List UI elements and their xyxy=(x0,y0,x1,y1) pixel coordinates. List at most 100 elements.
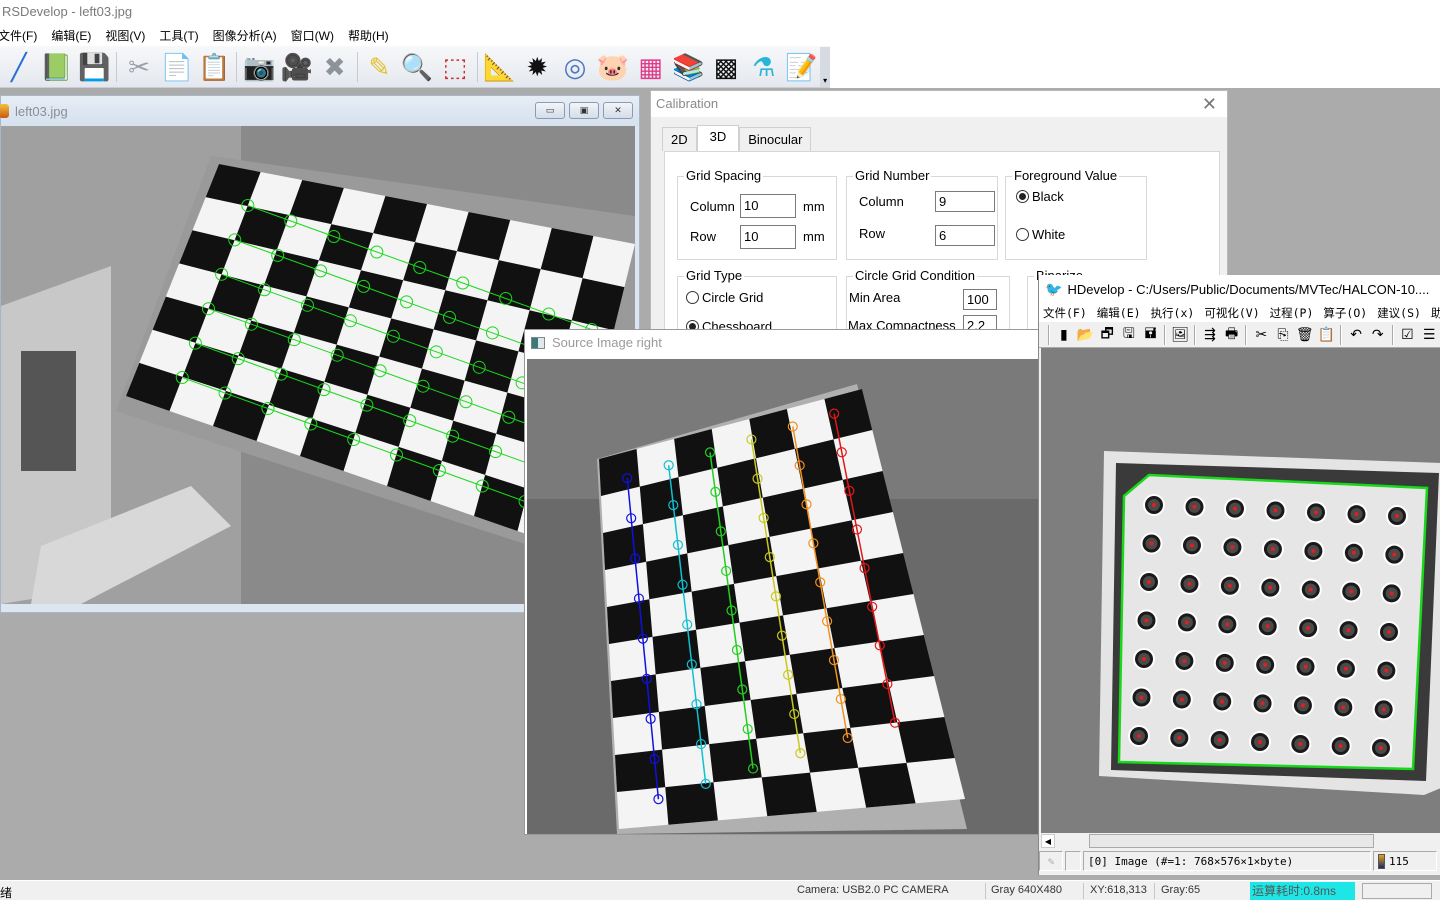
blob-icon[interactable]: ✹ xyxy=(521,50,554,84)
minimize-button[interactable]: ▭ xyxy=(535,102,565,119)
grid-number-row-input[interactable]: 6 xyxy=(935,225,995,246)
menu-item[interactable]: 帮助(H) xyxy=(348,27,389,44)
hdevelop-menu-item[interactable]: 可视化(V) xyxy=(1204,305,1259,321)
print-icon[interactable]: 🖶 xyxy=(1223,325,1241,344)
grid-number-column-input[interactable]: 9 xyxy=(935,191,995,212)
toolbar-overflow-button[interactable]: ▾ xyxy=(820,46,830,87)
target-icon[interactable]: ◎ xyxy=(559,50,592,84)
hdevelop-logo-icon: 🐦 xyxy=(1045,280,1063,297)
copy-icon[interactable]: ⎘ xyxy=(1274,325,1292,344)
qr-code-icon[interactable]: ▩ xyxy=(710,50,743,84)
cut-icon[interactable]: ✂ xyxy=(123,50,156,84)
hdevelop-graphics-window[interactable] xyxy=(1041,348,1440,833)
grid-spacing-column-input[interactable]: 10 xyxy=(740,194,796,218)
radio-black[interactable]: Black xyxy=(1016,189,1064,204)
right-board-square xyxy=(709,738,762,783)
right-board-square xyxy=(826,601,880,649)
hdevelop-menu-item[interactable]: 助 xyxy=(1431,305,1440,321)
ocr-books-icon[interactable]: 📚 xyxy=(672,50,705,84)
mark-center-point xyxy=(1384,668,1389,673)
hdevelop-status-bar: ✎ [0] Image (#=1: 768×576×1×byte) 115 xyxy=(1039,850,1440,872)
hdevelop-menu-item[interactable]: 建议(S) xyxy=(1377,305,1421,321)
radio-white[interactable]: White xyxy=(1016,227,1065,242)
mark-center-point xyxy=(1230,545,1235,550)
menu-item[interactable]: 窗口(W) xyxy=(291,27,334,44)
delete-icon[interactable]: 🗑 xyxy=(1296,325,1314,344)
ruler-icon[interactable]: 📐 xyxy=(483,50,516,84)
toolbar-separator xyxy=(1164,324,1167,345)
export-icon[interactable]: ⇶ xyxy=(1201,325,1219,344)
new-file-icon[interactable]: ▮ xyxy=(1055,325,1073,344)
mark-center-point xyxy=(1225,622,1230,627)
menu-item[interactable]: 文件(F) xyxy=(0,27,37,44)
horizontal-scrollbar[interactable]: ◀ xyxy=(1039,833,1440,849)
cut-icon[interactable]: ✂ xyxy=(1252,325,1270,344)
paste-icon[interactable]: 📋 xyxy=(198,50,231,84)
calibration-titlebar[interactable]: Calibration ✕ xyxy=(651,91,1227,117)
circle-grid-condition-group: Circle Grid Condition Min Area 100 Max C… xyxy=(846,268,1010,336)
read-image-icon[interactable]: 🖼 xyxy=(1171,325,1189,344)
paste-icon[interactable]: 📋 xyxy=(1318,325,1336,344)
grid-spacing-row-input[interactable]: 10 xyxy=(740,225,796,249)
menu-item[interactable]: 视图(V) xyxy=(105,27,145,44)
list-icon[interactable]: ☰ xyxy=(1420,325,1438,344)
hdevelop-menu-item[interactable]: 执行(x) xyxy=(1151,305,1195,321)
close-button[interactable]: ✕ xyxy=(603,102,633,119)
radio-circle-grid[interactable]: Circle Grid xyxy=(686,290,763,305)
scroll-left-icon[interactable]: ◀ xyxy=(1041,834,1055,848)
mark-center-point xyxy=(1349,589,1354,594)
hdevelop-titlebar[interactable]: 🐦 HDevelop - C:/Users/Public/Documents/M… xyxy=(1039,275,1440,303)
restore-button[interactable]: ▣ xyxy=(569,102,599,119)
open-example-icon[interactable]: 🗗 xyxy=(1098,325,1116,344)
menu-item[interactable]: 工具(T) xyxy=(159,27,198,44)
open-icon[interactable]: 📂 xyxy=(1077,325,1095,344)
toolbar-separator xyxy=(1245,324,1248,345)
piggy-icon[interactable]: 🐷 xyxy=(596,50,629,84)
undo-icon[interactable]: ↶ xyxy=(1347,325,1365,344)
tab-3d[interactable]: 3D xyxy=(696,125,740,151)
hdevelop-menu-item[interactable]: 过程(P) xyxy=(1270,305,1314,321)
menu-item[interactable]: 编辑(E) xyxy=(51,27,91,44)
source-image-right-window[interactable]: Source Image right xyxy=(524,329,1040,835)
hdevelop-window[interactable]: 🐦 HDevelop - C:/Users/Public/Documents/M… xyxy=(1038,275,1440,875)
right-board-square xyxy=(652,629,701,675)
mark-center-point xyxy=(1149,541,1154,546)
roi-tool-icon[interactable]: ✎ xyxy=(363,50,396,84)
redo-icon[interactable]: ↷ xyxy=(1369,325,1387,344)
zoom-icon[interactable]: 🔍 xyxy=(401,50,434,84)
hdevelop-menu-item[interactable]: 文件(F) xyxy=(1043,305,1087,321)
mark-center-point xyxy=(1217,738,1222,742)
status-format: Gray 640X480 xyxy=(991,884,1062,896)
save-icon[interactable]: 🖫 xyxy=(1120,325,1138,344)
scrollbar-thumb[interactable] xyxy=(1089,834,1374,848)
toolbar-grip[interactable] xyxy=(1048,324,1050,345)
copy-icon[interactable]: 📄 xyxy=(160,50,193,84)
notes-icon[interactable]: 📝 xyxy=(785,50,818,84)
min-area-input[interactable]: 100 xyxy=(963,289,997,310)
hdevelop-toolbar: ▮ 📂 🗗 🖫 🖬 🖼 ⇶ 🖶 ✂ ⎘ 🗑 📋 ↶ ↷ ☑ ☰ xyxy=(1039,322,1440,348)
save-icon[interactable]: 💾 xyxy=(78,50,111,84)
video-camera-icon[interactable]: 🎥 xyxy=(281,50,314,84)
save-as-icon[interactable]: 🖬 xyxy=(1142,325,1160,344)
hdevelop-menu-item[interactable]: 编辑(E) xyxy=(1097,305,1141,321)
mark-center-point xyxy=(1184,620,1189,625)
check-program-icon[interactable]: ☑ xyxy=(1399,325,1417,344)
source-image-right-titlebar[interactable]: Source Image right xyxy=(525,330,1039,355)
disconnect-icon[interactable]: ✖ xyxy=(318,50,351,84)
cubes-icon[interactable]: ▦ xyxy=(634,50,667,84)
pencil-icon[interactable]: ╱ xyxy=(3,50,36,84)
close-icon[interactable]: ✕ xyxy=(1202,91,1217,117)
right-image-canvas[interactable] xyxy=(527,359,1039,834)
status-divider xyxy=(985,883,986,899)
tab-binocular[interactable]: Binocular xyxy=(739,127,812,151)
menu-item[interactable]: 图像分析(A) xyxy=(213,27,277,44)
hdevelop-menu-item[interactable]: 算子(O) xyxy=(1323,305,1367,321)
camera-icon[interactable]: 📷 xyxy=(243,50,276,84)
open-folder-icon[interactable]: 📗 xyxy=(40,50,73,84)
status-divider xyxy=(1154,883,1155,899)
app-menu-bar: 文件(F) 编辑(E) 视图(V) 工具(T) 图像分析(A) 窗口(W) 帮助(H) xyxy=(0,24,1440,46)
mark-center-point xyxy=(1306,626,1311,631)
tab-2d[interactable]: 2D xyxy=(662,127,697,151)
select-rect-icon[interactable]: ⬚ xyxy=(438,50,471,84)
flask-icon[interactable]: ⚗ xyxy=(747,50,780,84)
